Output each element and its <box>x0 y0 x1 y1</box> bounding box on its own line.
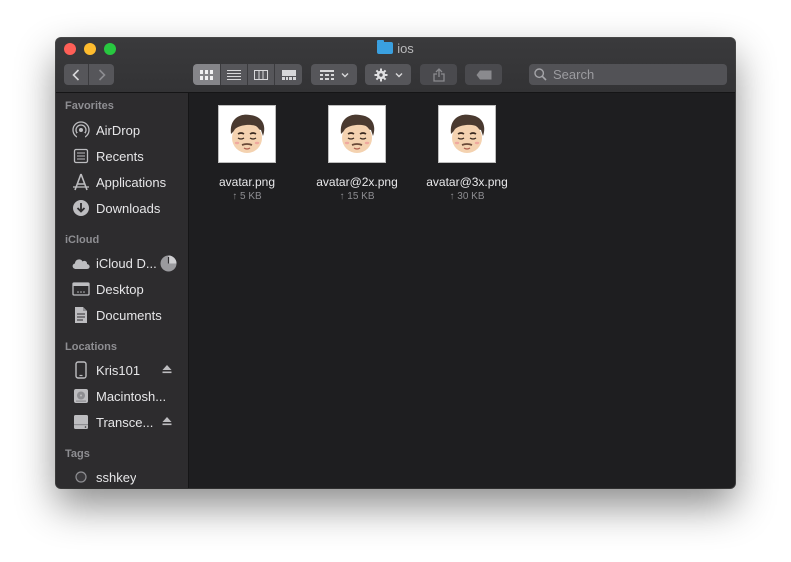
file-thumbnail <box>438 105 496 163</box>
downloads-icon <box>70 199 92 217</box>
sidebar-item-recents[interactable]: Recents <box>70 145 186 167</box>
search-field[interactable] <box>529 64 727 85</box>
cloud-icon <box>70 254 92 272</box>
file-thumbnail <box>328 105 386 163</box>
chevron-down-icon <box>341 72 348 77</box>
gallery-view-icon <box>281 69 296 80</box>
sidebar-item-label: AirDrop <box>96 122 141 138</box>
sidebar-item-label: Macintosh... <box>96 388 167 404</box>
sidebar-item-macintosh-hd[interactable]: Macintosh... <box>70 385 186 407</box>
sidebar-item-kris101[interactable]: Kris101 <box>70 359 186 381</box>
file-item[interactable]: avatar@3x.png ↑ 30 KB <box>412 105 522 202</box>
sidebar-item-label: Kris101 <box>96 362 141 378</box>
external-drive-icon <box>70 413 92 431</box>
sidebar-section-favorites: Favorites <box>65 100 114 112</box>
share-icon <box>432 67 445 82</box>
icon-view-button[interactable] <box>193 64 221 85</box>
gear-icon <box>374 68 387 81</box>
sidebar-item-label: Transce... <box>96 414 154 430</box>
back-forward-control <box>64 64 114 85</box>
file-name: avatar.png <box>218 175 276 189</box>
sidebar-item-downloads[interactable]: Downloads <box>70 197 186 219</box>
chevron-left-icon <box>72 68 80 81</box>
sidebar-item-desktop[interactable]: Desktop <box>70 278 186 300</box>
folder-icon <box>377 40 394 54</box>
view-mode-control <box>193 64 302 85</box>
column-view-button[interactable] <box>248 64 275 85</box>
group-grid-icon <box>319 69 334 80</box>
sidebar-item-label: Recents <box>96 148 144 164</box>
sidebar-section-tags: Tags <box>65 448 90 460</box>
back-button[interactable] <box>64 64 89 85</box>
file-item[interactable]: avatar.png ↑ 5 KB <box>192 105 302 202</box>
eject-icon[interactable] <box>162 364 172 374</box>
avatar-face-icon <box>450 114 485 153</box>
sidebar-item-airdrop[interactable]: AirDrop <box>70 119 186 141</box>
sidebar-section-icloud: iCloud <box>65 234 100 246</box>
search-input[interactable] <box>551 66 725 83</box>
group-by-button[interactable] <box>311 64 357 85</box>
sidebar-item-label: Desktop <box>96 281 144 297</box>
avatar-face-icon <box>230 114 265 153</box>
sidebar-item-label: Documents <box>96 307 162 323</box>
list-view-icon <box>227 69 241 80</box>
sidebar: Favorites AirDrop Recents Applications D… <box>56 93 189 488</box>
file-size: ↑ 30 KB <box>449 191 485 202</box>
edit-tags-button[interactable] <box>465 64 502 85</box>
sidebar-item-label: Downloads <box>96 200 161 216</box>
hard-drive-icon <box>70 387 92 405</box>
tag-circle-icon <box>70 468 92 486</box>
chevron-down-icon <box>395 72 402 77</box>
column-view-icon <box>254 69 268 80</box>
window-title: ios <box>56 40 735 57</box>
airdrop-icon <box>70 121 92 139</box>
file-name: avatar@2x.png <box>316 175 398 189</box>
phone-icon <box>70 361 92 379</box>
forward-button[interactable] <box>89 64 114 85</box>
window-title-text: ios <box>397 41 414 56</box>
sidebar-item-label: iCloud D... <box>96 255 157 271</box>
tag-icon <box>476 70 491 79</box>
file-size: ↑ 15 KB <box>339 191 375 202</box>
file-name: avatar@3x.png <box>426 175 508 189</box>
file-size: ↑ 5 KB <box>232 191 262 202</box>
sidebar-item-transcend[interactable]: Transce... <box>70 411 186 433</box>
file-item[interactable]: avatar@2x.png ↑ 15 KB <box>302 105 412 202</box>
list-view-button[interactable] <box>221 64 248 85</box>
eject-icon[interactable] <box>162 416 172 426</box>
action-menu-button[interactable] <box>365 64 411 85</box>
sidebar-item-tag-sshkey[interactable]: sshkey <box>70 466 186 488</box>
document-icon <box>70 306 92 324</box>
icon-view-icon <box>200 69 213 80</box>
chevron-right-icon <box>98 68 106 81</box>
sidebar-item-applications[interactable]: Applications <box>70 171 186 193</box>
file-thumbnail <box>218 105 276 163</box>
title-bar: ios <box>56 38 735 93</box>
icloud-progress-icon <box>160 255 177 272</box>
sidebar-section-locations: Locations <box>65 341 117 353</box>
sidebar-item-label: Applications <box>96 174 167 190</box>
gallery-view-button[interactable] <box>275 64 302 85</box>
desktop-icon <box>70 280 92 298</box>
share-button[interactable] <box>420 64 457 85</box>
finder-window: ios Search Favorites AirDrop Recents App… <box>56 38 735 488</box>
sidebar-item-label: sshkey <box>96 469 137 485</box>
search-icon <box>534 68 547 81</box>
file-browser-area[interactable]: avatar.png ↑ 5 KB avatar@2x.png ↑ 15 KB <box>189 93 735 488</box>
applications-icon <box>70 173 92 191</box>
sidebar-item-documents[interactable]: Documents <box>70 304 186 326</box>
recents-icon <box>70 147 92 165</box>
avatar-face-icon <box>340 114 375 153</box>
